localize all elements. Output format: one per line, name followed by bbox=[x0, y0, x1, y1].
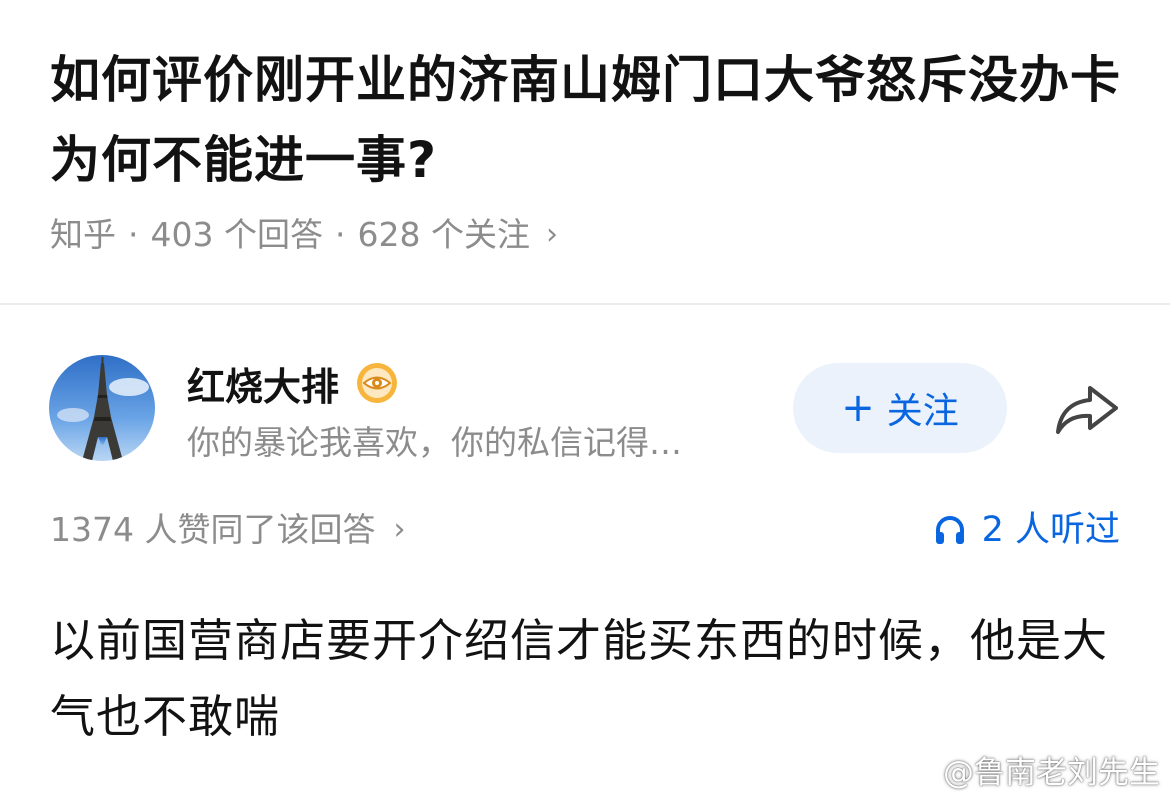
author-avatar[interactable] bbox=[49, 355, 155, 461]
watermark: @鲁南老刘先生 bbox=[893, 747, 1160, 792]
vote-count-link[interactable]: 1374 人赞同了该回答 › bbox=[50, 505, 405, 555]
eiffel-tower-avatar-image bbox=[49, 355, 155, 461]
weibo-logo-icon bbox=[894, 756, 935, 785]
author-name-row[interactable]: 红烧大排 bbox=[187, 355, 399, 411]
follow-button-label: 关注 bbox=[886, 391, 959, 432]
share-icon[interactable] bbox=[1052, 382, 1122, 438]
follow-button[interactable]: + 关注 bbox=[793, 363, 1007, 453]
question-title[interactable]: 如何评价刚开业的济南山姆门口大爷怒斥没办卡为何不能进一事? bbox=[50, 40, 1130, 200]
question-meta[interactable]: 知乎 · 403 个回答 · 628 个关注 › bbox=[50, 210, 558, 260]
meta-separator: · bbox=[334, 215, 346, 254]
answer-count: 403 个回答 bbox=[150, 215, 323, 254]
listen-count-link[interactable]: 2 人听过 bbox=[932, 505, 1120, 555]
author-bio: 你的暴论我喜欢，你的私信记得… bbox=[187, 423, 682, 462]
author-name[interactable]: 红烧大排 bbox=[187, 356, 339, 411]
follower-count: 628 个关注 bbox=[357, 215, 530, 254]
headphones-icon bbox=[935, 516, 964, 544]
chevron-right-icon: › bbox=[545, 217, 558, 252]
watermark-text: @鲁南老刘先生 bbox=[943, 755, 1160, 791]
eye-badge-icon bbox=[357, 363, 398, 403]
source-label: 知乎 bbox=[50, 215, 116, 254]
section-divider bbox=[0, 303, 1170, 305]
listen-count-text: 2 人听过 bbox=[981, 510, 1120, 550]
chevron-right-icon: › bbox=[393, 512, 406, 547]
meta-separator: · bbox=[128, 215, 139, 254]
plus-icon: + bbox=[841, 385, 875, 431]
answer-content[interactable]: 以前国营商店要开介绍信才能买东西的时候，他是大气也不敢喘 bbox=[50, 603, 1130, 755]
answer-page: 如何评价刚开业的济南山姆门口大爷怒斥没办卡为何不能进一事? 知乎 · 403 个… bbox=[0, 0, 1170, 800]
vote-count-text: 1374 人赞同了该回答 bbox=[50, 510, 376, 549]
